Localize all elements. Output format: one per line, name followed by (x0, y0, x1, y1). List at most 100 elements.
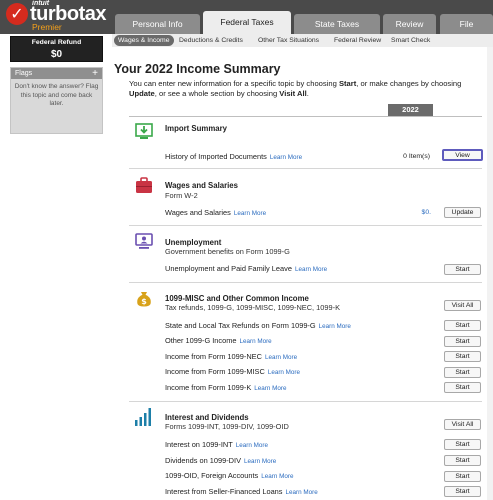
flags-title: Flags (15, 70, 33, 77)
tab-review[interactable]: Review (383, 14, 436, 34)
intro-text-2: , or make changes by choosing (356, 79, 462, 88)
top-header: ✓ intuit turbotax Premier Personal Info … (0, 0, 493, 34)
learn-more-link[interactable]: Learn More (261, 473, 293, 480)
divider (129, 116, 482, 117)
start-button[interactable]: Start (444, 471, 481, 482)
section-subtitle-interest: Forms 1099-INT, 1099-DIV, 1099-OID (165, 422, 289, 431)
intro-text-3: , or see a whole section by choosing (154, 88, 280, 98)
intro-start: Start (338, 79, 357, 88)
learn-more-link[interactable]: Learn More (286, 489, 318, 496)
update-button[interactable]: Update (444, 207, 481, 218)
intro-text: You can enter new information for a spec… (129, 79, 481, 98)
row-label: Interest on 1099-INT (165, 440, 233, 449)
divider (129, 401, 482, 402)
row-other-1099g: Other 1099-G Income Learn More (165, 336, 272, 345)
row-label: Income from Form 1099-K (165, 383, 252, 392)
row-state-local-refunds: State and Local Tax Refunds on Form 1099… (165, 321, 351, 330)
subtab-wages-income[interactable]: Wages & Income (114, 35, 174, 46)
download-tray-icon (135, 123, 153, 139)
learn-more-link[interactable]: Learn More (239, 338, 271, 345)
row-label: State and Local Tax Refunds on Form 1099… (165, 321, 316, 330)
row-label: 1099-OID, Foreign Accounts (165, 471, 259, 480)
row-label: Interest from Seller-Financed Loans (165, 487, 283, 496)
learn-more-link[interactable]: Learn More (265, 354, 297, 361)
start-button[interactable]: Start (444, 439, 481, 450)
flags-header: Flags + (11, 68, 102, 79)
learn-more-link[interactable]: Learn More (244, 458, 276, 465)
start-button[interactable]: Start (444, 336, 481, 347)
learn-more-link[interactable]: Learn More (319, 323, 351, 330)
tab-state-taxes[interactable]: State Taxes (294, 14, 380, 34)
svg-text:$: $ (141, 297, 147, 306)
row-interest-1099-int: Interest on 1099-INT Learn More (165, 440, 268, 449)
tab-file[interactable]: File (440, 14, 493, 34)
intro-update: Update (129, 88, 155, 98)
money-bag-icon: $ (137, 292, 151, 307)
row-seller-financed-loans: Interest from Seller-Financed Loans Learn… (165, 487, 318, 496)
row-label: Income from Form 1099-NEC (165, 352, 262, 361)
bar-chart-icon (135, 408, 151, 426)
start-button[interactable]: Start (444, 264, 481, 275)
subtab-other-tax-situations[interactable]: Other Tax Situations (254, 35, 323, 46)
section-title-interest: Interest and Dividends (165, 413, 249, 422)
start-button[interactable]: Start (444, 486, 481, 497)
logo-edition: Premier (32, 22, 62, 32)
section-title-import: Import Summary (165, 124, 227, 133)
section-title-misc: 1099-MISC and Other Common Income (165, 294, 309, 303)
learn-more-link[interactable]: Learn More (268, 369, 300, 376)
subtab-deductions-credits[interactable]: Deductions & Credits (175, 35, 247, 46)
row-label: Dividends on 1099-DIV (165, 456, 242, 465)
intro-text-1: You can enter new information for a spec… (129, 79, 339, 88)
refund-value: $0 (50, 49, 63, 60)
visit-all-button[interactable]: Visit All (444, 300, 481, 311)
view-button[interactable]: View (442, 149, 483, 161)
divider (129, 168, 482, 169)
tab-personal-info[interactable]: Personal Info (115, 14, 200, 34)
row-label: Wages and Salaries (165, 208, 231, 217)
monitor-person-icon (135, 233, 153, 249)
federal-refund-box: Federal Refund $0 (10, 36, 103, 62)
intro-text-4: . (306, 88, 309, 98)
row-1099-misc: Income from Form 1099-MISC Learn More (165, 367, 300, 376)
section-subtitle-wages: Form W-2 (165, 191, 198, 200)
learn-more-link[interactable]: Learn More (234, 210, 266, 217)
start-button[interactable]: Start (444, 382, 481, 393)
row-dividends-1099-div: Dividends on 1099-DIV Learn More (165, 456, 276, 465)
tab-federal-taxes[interactable]: Federal Taxes (203, 11, 291, 34)
subtab-smart-check[interactable]: Smart Check (387, 35, 434, 46)
start-button[interactable]: Start (444, 367, 481, 378)
row-label: Other 1099-G Income (165, 336, 237, 345)
vertical-scrollbar[interactable] (487, 47, 493, 500)
wages-amount: $0. (421, 209, 431, 216)
divider (129, 225, 482, 226)
divider (129, 282, 482, 283)
section-subtitle-unemployment: Government benefits on Form 1099-G (165, 247, 290, 256)
import-count: 0 Item(s) (403, 153, 430, 160)
intro-visit-all: Visit All (279, 88, 307, 98)
learn-more-link[interactable]: Learn More (254, 385, 286, 392)
row-1099-nec: Income from Form 1099-NEC Learn More (165, 352, 297, 361)
start-button[interactable]: Start (444, 320, 481, 331)
learn-more-link[interactable]: Learn More (236, 442, 268, 449)
checkmark-logo-icon: ✓ (6, 3, 28, 25)
sidebar: Federal Refund $0 Flags + Don't know the… (0, 34, 106, 500)
briefcase-icon (136, 177, 152, 193)
visit-all-button[interactable]: Visit All (444, 419, 481, 430)
flags-panel: Flags + Don't know the answer? Flag this… (10, 67, 103, 134)
year-column-header: 2022 (388, 104, 433, 116)
section-title-unemployment: Unemployment (165, 238, 222, 247)
add-flag-icon[interactable]: + (92, 68, 98, 79)
row-label: Unemployment and Paid Family Leave (165, 264, 292, 273)
turbotax-logo: ✓ intuit turbotax Premier (4, 0, 112, 34)
learn-more-link[interactable]: Learn More (295, 266, 327, 273)
start-button[interactable]: Start (444, 455, 481, 466)
start-button[interactable]: Start (444, 351, 481, 362)
row-1099-k: Income from Form 1099-K Learn More (165, 383, 286, 392)
learn-more-link[interactable]: Learn More (270, 154, 302, 161)
subtab-federal-review[interactable]: Federal Review (330, 35, 385, 46)
page-title: Your 2022 Income Summary (114, 62, 281, 76)
row-label: History of Imported Documents (165, 152, 267, 161)
flags-help-text: Don't know the answer? Flag this topic a… (14, 83, 99, 107)
row-imported-documents: History of Imported Documents Learn More (165, 152, 302, 161)
row-label: Income from Form 1099-MISC (165, 367, 265, 376)
